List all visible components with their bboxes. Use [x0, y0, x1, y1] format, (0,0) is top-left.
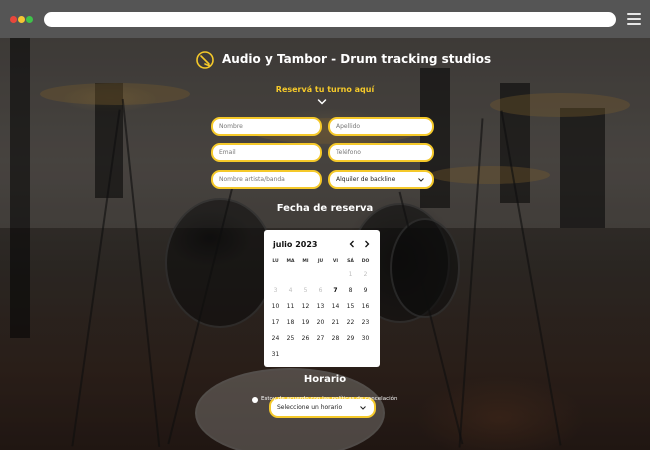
calendar-week-row: 17 18 19 20 21 22 23 [268, 314, 378, 330]
chevron-down-icon [418, 178, 424, 182]
fecha-reserva-title: Fecha de reserva [276, 203, 374, 214]
calendar-day: 3 [273, 286, 278, 294]
page: Audio y Tambor - Drum tracking studios R… [0, 38, 650, 450]
calendar-grid: LU MA MI JU VI SÁ DO 1 2 3 4 5 6 7 8 9 10 11 12 13 14 15 16 17 1… [268, 256, 378, 362]
calendar-week-row: 24 25 26 27 28 29 30 [268, 330, 378, 346]
calendar-day[interactable]: 14 [328, 303, 343, 310]
calendar-week-row: 12 [268, 266, 378, 282]
calendar-day[interactable]: 30 [358, 335, 373, 342]
calendar-day[interactable]: 12 [298, 303, 313, 310]
calendar-day: 6 [318, 286, 323, 294]
calendar-day[interactable]: 8 [343, 287, 358, 294]
calendar-day[interactable]: 9 [358, 287, 373, 294]
calendar-day[interactable]: 31 [268, 351, 283, 358]
calendar-day[interactable]: 18 [283, 319, 298, 326]
calendar-weekday-row: LU MA MI JU VI SÁ DO [268, 256, 378, 266]
chevron-down-icon [317, 99, 327, 105]
calendar-day: 1 [348, 270, 353, 278]
calendar-day[interactable]: 15 [343, 303, 358, 310]
calendar-day[interactable]: 21 [328, 319, 343, 326]
calendar-week-row: 10 11 12 13 14 15 16 [268, 298, 378, 314]
next-month-icon[interactable] [362, 239, 372, 249]
calendar-day[interactable]: 20 [313, 319, 328, 326]
window-minimize-dot[interactable] [18, 16, 25, 23]
calendar-day[interactable]: 13 [313, 303, 328, 310]
calendar-week-row: 3 4 5 6789 [268, 282, 378, 298]
window-close-dot[interactable] [10, 16, 17, 23]
calendar-day[interactable]: 23 [358, 319, 373, 326]
terms-label: Estoy de acuerdo con las políticas de ca… [261, 396, 398, 402]
calendar-day[interactable]: 28 [328, 335, 343, 342]
calendar-day[interactable]: 16 [358, 303, 373, 310]
calendar-month-label: julio 2023 [273, 240, 318, 249]
calendar-weekday: DO [361, 258, 370, 264]
calendar-day: 5 [303, 286, 308, 294]
calendar-day[interactable]: 24 [268, 335, 283, 342]
calendar-weekday: LU [272, 258, 279, 264]
calendar-day[interactable]: 19 [298, 319, 313, 326]
site-title: Audio y Tambor - Drum tracking studios [222, 52, 492, 66]
calendar-weekday: VI [332, 258, 339, 264]
calendar-day: 4 [288, 286, 293, 294]
calendar-weekday: SÁ [347, 258, 354, 264]
calendar-day[interactable]: 11 [283, 303, 298, 310]
horario-select-value: Seleccione un horario [277, 404, 343, 411]
browser-toolbar [0, 0, 650, 38]
terms-radio[interactable] [252, 397, 258, 403]
calendar-day: 2 [363, 270, 368, 278]
calendar-day[interactable]: 29 [343, 335, 358, 342]
calendar-day[interactable]: 26 [298, 335, 313, 342]
calendar-weekday: JU [317, 258, 324, 264]
calendar-weekday: MA [286, 258, 295, 264]
calendar-day[interactable]: 25 [283, 335, 298, 342]
calendar-day[interactable]: 27 [313, 335, 328, 342]
calendar-weekday: MI [302, 258, 309, 264]
booking-subtitle: Reservá tu turno aquí [275, 85, 375, 94]
telefono-input[interactable] [328, 143, 434, 162]
previous-month-icon[interactable] [347, 239, 357, 249]
nombre-input[interactable] [211, 117, 322, 136]
hamburger-menu-icon[interactable] [627, 13, 641, 25]
calendar-week-row: 31 [268, 346, 378, 362]
window-maximize-dot[interactable] [26, 16, 33, 23]
address-bar[interactable] [44, 12, 616, 27]
calendar-day[interactable]: 22 [343, 319, 358, 326]
date-picker-calendar: julio 2023 LU MA MI JU VI SÁ DO 1 2 3 4 5 6 7 8 9 10 11 12… [264, 230, 380, 367]
studio-logo-icon [196, 51, 214, 69]
backline-select-value: Alquiler de backline [336, 176, 396, 183]
backline-select[interactable]: Alquiler de backline [328, 170, 434, 189]
calendar-day[interactable]: 7 [328, 287, 343, 294]
chevron-down-icon [360, 406, 366, 410]
calendar-day[interactable]: 10 [268, 303, 283, 310]
apellido-input[interactable] [328, 117, 434, 136]
horario-title: Horario [303, 374, 347, 385]
email-input[interactable] [211, 143, 322, 162]
artista-banda-input[interactable] [211, 170, 322, 189]
calendar-day[interactable]: 17 [268, 319, 283, 326]
